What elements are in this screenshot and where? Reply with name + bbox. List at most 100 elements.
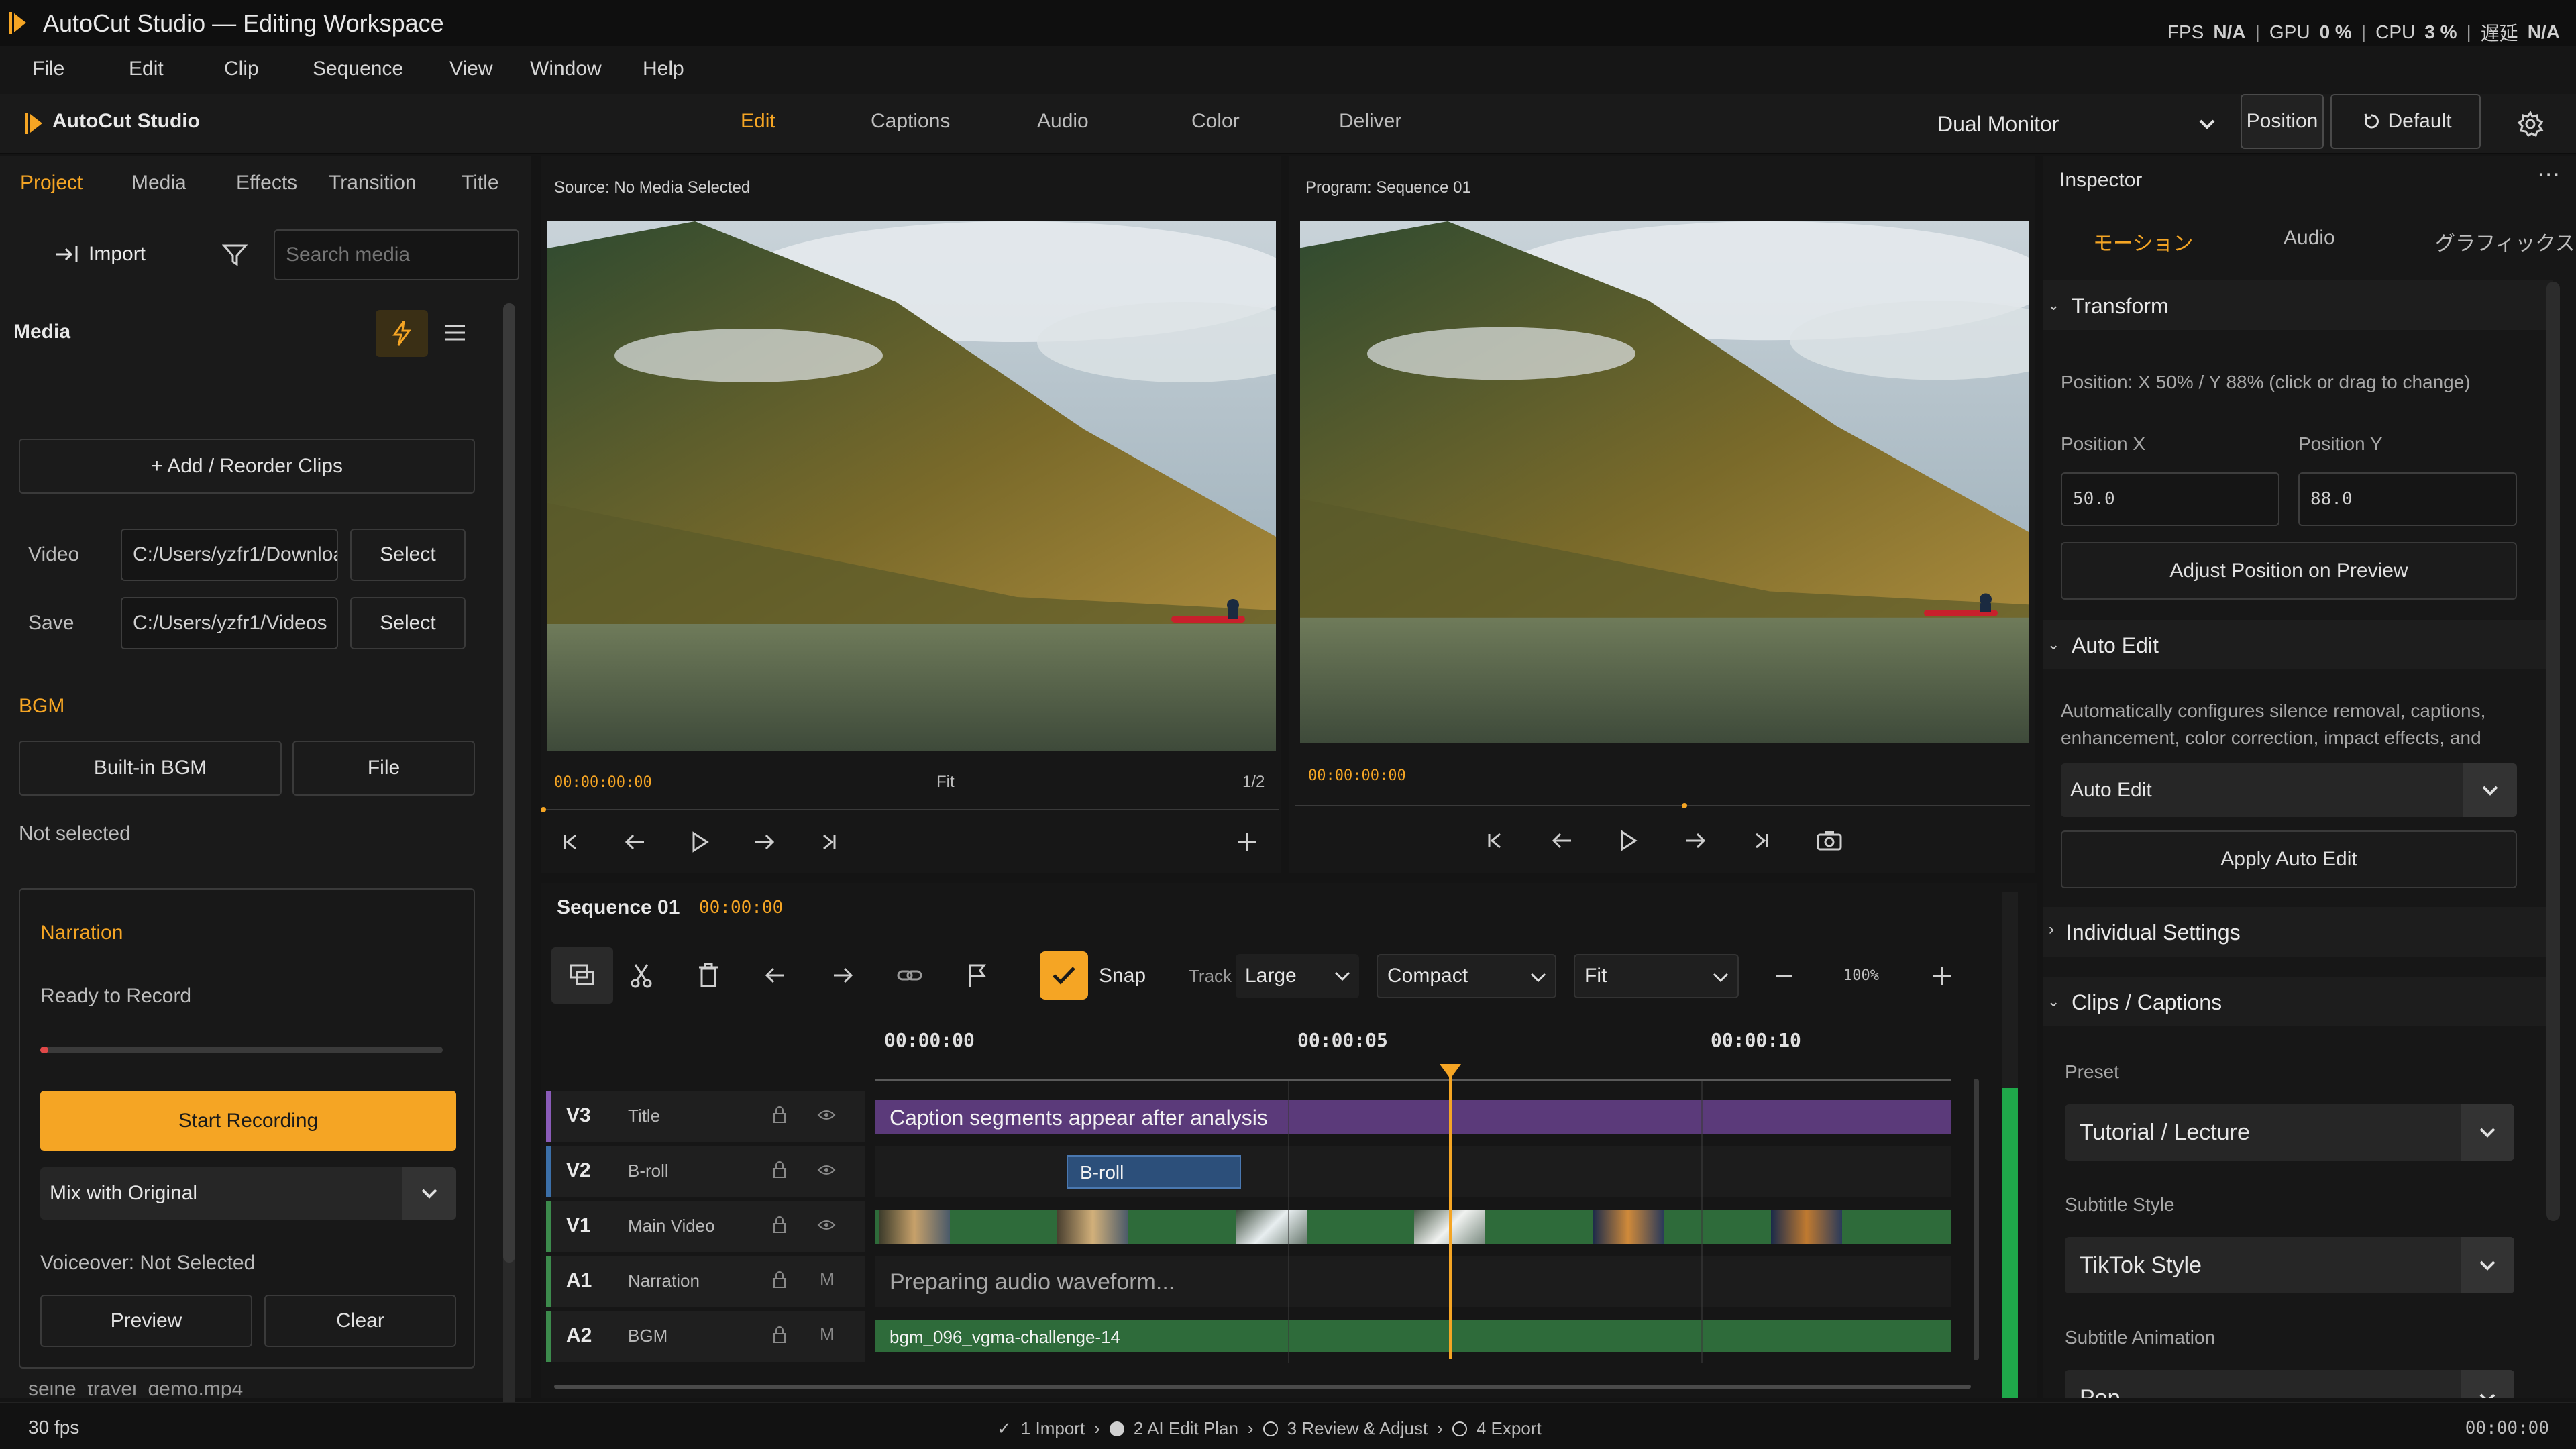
eye-icon[interactable]: [813, 1157, 840, 1183]
go-to-start-icon[interactable]: [554, 825, 588, 859]
program-scrubber[interactable]: [1295, 803, 2030, 808]
adjust-position-button[interactable]: Adjust Position on Preview: [2061, 542, 2517, 600]
tab-edit[interactable]: Edit: [741, 110, 775, 133]
auto-edit-select[interactable]: Auto Edit: [2061, 763, 2517, 817]
menu-sequence[interactable]: Sequence: [313, 58, 403, 80]
lane-v1[interactable]: [875, 1210, 1951, 1244]
menu-clip[interactable]: Clip: [224, 58, 259, 80]
play-icon[interactable]: [683, 825, 716, 859]
individual-settings-header[interactable]: › Individual Settings: [2043, 907, 2553, 957]
save-select-button[interactable]: Select: [350, 597, 466, 649]
subtitle-animation-select[interactable]: Pop: [2065, 1370, 2514, 1398]
subtitle-style-select[interactable]: TikTok Style: [2065, 1237, 2514, 1293]
bgm-file-button[interactable]: File: [292, 741, 475, 796]
go-to-start-icon[interactable]: [1479, 824, 1512, 857]
timeline-playhead[interactable]: [1440, 1064, 1462, 1359]
narration-clear-button[interactable]: Clear: [264, 1295, 456, 1347]
play-icon[interactable]: [1611, 824, 1645, 857]
step-import[interactable]: 1 Import: [1021, 1418, 1085, 1439]
add-reorder-clips-button[interactable]: + Add / Reorder Clips: [19, 439, 475, 494]
eye-icon[interactable]: [813, 1212, 840, 1238]
apply-auto-edit-button[interactable]: Apply Auto Edit: [2061, 830, 2517, 888]
preset-select[interactable]: Tutorial / Lecture: [2065, 1104, 2514, 1161]
lane-v2[interactable]: B-roll: [875, 1146, 1951, 1197]
inspector-tab-graphics[interactable]: グラフィックス: [2435, 227, 2575, 256]
menu-view[interactable]: View: [449, 58, 492, 80]
track-size-select[interactable]: Large: [1236, 954, 1359, 998]
tab-audio[interactable]: Audio: [1037, 110, 1089, 133]
more-options-icon[interactable]: ⋯: [2537, 161, 2560, 188]
add-icon[interactable]: [1230, 825, 1264, 859]
filter-icon[interactable]: [217, 239, 252, 271]
tab-color[interactable]: Color: [1191, 110, 1240, 133]
selection-tool-icon[interactable]: [551, 947, 613, 1004]
video-path-field[interactable]: C:/Users/yzfr1/Downloads: [121, 529, 338, 581]
transform-section-header[interactable]: ⌄ Transform: [2043, 280, 2553, 330]
razor-icon[interactable]: [620, 954, 663, 997]
builtin-bgm-button[interactable]: Built-in BGM: [19, 741, 282, 796]
source-fit-label[interactable]: Fit: [936, 773, 955, 792]
marker-flag-icon[interactable]: [955, 954, 998, 997]
delete-icon[interactable]: [687, 954, 730, 997]
clips-captions-header[interactable]: ⌄ Clips / Captions: [2043, 977, 2553, 1026]
position-button[interactable]: Position: [2241, 94, 2324, 149]
step-export[interactable]: 4 Export: [1477, 1418, 1542, 1439]
search-input[interactable]: [274, 229, 519, 280]
position-y-input[interactable]: 88.0: [2298, 472, 2517, 526]
lock-icon[interactable]: [766, 1267, 793, 1293]
lock-icon[interactable]: [766, 1322, 793, 1348]
eye-icon[interactable]: [813, 1102, 840, 1128]
step-back-icon[interactable]: [619, 825, 652, 859]
menu-file[interactable]: File: [32, 58, 64, 80]
undo-arrow-icon[interactable]: [754, 954, 797, 997]
gear-icon[interactable]: [2512, 106, 2549, 142]
source-scrubber[interactable]: [541, 807, 1279, 812]
go-to-end-icon[interactable]: [812, 825, 845, 859]
start-recording-button[interactable]: Start Recording: [40, 1091, 456, 1151]
lane-v3[interactable]: Caption segments appear after analysis: [875, 1100, 1951, 1134]
step-forward-icon[interactable]: [747, 825, 781, 859]
menu-edit[interactable]: Edit: [129, 58, 164, 80]
step-forward-icon[interactable]: [1678, 824, 1712, 857]
lane-a1[interactable]: Preparing audio waveform...: [875, 1256, 1951, 1307]
tab-captions[interactable]: Captions: [871, 110, 950, 133]
timeline-h-scrollbar[interactable]: [554, 1385, 1971, 1389]
narration-preview-button[interactable]: Preview: [40, 1295, 252, 1347]
tab-media[interactable]: Media: [131, 172, 186, 195]
lock-icon[interactable]: [766, 1102, 793, 1128]
tab-deliver[interactable]: Deliver: [1339, 110, 1401, 133]
link-icon[interactable]: [888, 954, 931, 997]
tab-project[interactable]: Project: [20, 172, 83, 195]
playhead-handle-icon[interactable]: [1440, 1064, 1462, 1079]
lock-icon[interactable]: [766, 1157, 793, 1183]
lock-icon[interactable]: [766, 1212, 793, 1238]
step-back-icon[interactable]: [1546, 824, 1579, 857]
program-scrubber-head[interactable]: [1681, 803, 1687, 808]
layout-select[interactable]: Dual Monitor: [1925, 103, 2220, 145]
menu-window[interactable]: Window: [530, 58, 602, 80]
density-select[interactable]: Compact: [1377, 954, 1556, 998]
inspector-tab-motion[interactable]: モーション: [2093, 227, 2193, 256]
tab-effects[interactable]: Effects: [236, 172, 297, 195]
mix-mode-select[interactable]: Mix with Original: [40, 1167, 456, 1220]
step-ai-edit-plan[interactable]: 2 AI Edit Plan: [1134, 1418, 1238, 1439]
lane-a2[interactable]: bgm_096_vgma-challenge-14: [875, 1320, 1951, 1352]
mute-toggle[interactable]: M: [820, 1324, 835, 1345]
zoom-in-icon[interactable]: [1924, 958, 1960, 994]
video-select-button[interactable]: Select: [350, 529, 466, 581]
camera-icon[interactable]: [1811, 824, 1847, 857]
timeline-v-scrollbar[interactable]: [1974, 1079, 1979, 1360]
inspector-tab-audio[interactable]: Audio: [2284, 227, 2335, 250]
snap-checkbox[interactable]: [1040, 951, 1088, 1000]
step-review-adjust[interactable]: 3 Review & Adjust: [1287, 1418, 1428, 1439]
tab-transition[interactable]: Transition: [329, 172, 417, 195]
mute-toggle[interactable]: M: [820, 1269, 835, 1290]
zoom-out-icon[interactable]: [1766, 958, 1802, 994]
inspector-scrollbar[interactable]: [2546, 282, 2560, 1221]
zoom-mode-select[interactable]: Fit: [1574, 954, 1739, 998]
position-x-input[interactable]: 50.0: [2061, 472, 2279, 526]
default-layout-button[interactable]: Default: [2330, 94, 2481, 149]
lightning-icon[interactable]: [376, 310, 428, 357]
snap-label[interactable]: Snap: [1099, 965, 1146, 987]
redo-arrow-icon[interactable]: [821, 954, 864, 997]
